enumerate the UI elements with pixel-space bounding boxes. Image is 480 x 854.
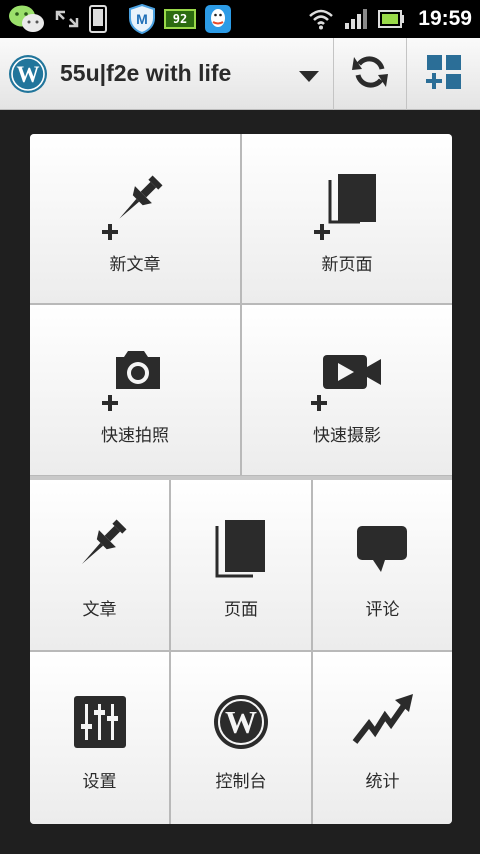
new-page-icon — [242, 172, 452, 242]
expand-arrows-icon — [54, 7, 80, 31]
refresh-icon — [351, 53, 389, 95]
quick-photo-label: 快速拍照 — [101, 426, 169, 446]
svg-text:W: W — [17, 62, 40, 87]
qq-icon — [204, 4, 232, 34]
quick-video-label: 快速摄影 — [313, 426, 381, 446]
pages-tile[interactable]: 页面 — [171, 480, 311, 650]
settings-sliders-icon — [30, 690, 169, 754]
new-post-label: 新文章 — [109, 255, 161, 275]
dashboard-label: 控制台 — [215, 772, 267, 792]
wordpress-logo-icon: W — [8, 54, 48, 94]
quick-photo-tile[interactable]: 快速拍照 — [30, 305, 240, 475]
stats-trend-arrow-icon — [313, 690, 452, 754]
dashboard-panel: 新文章 新页面 快速拍照 快速摄影 文章 页面 评论 设置 W 控制台 统计 — [30, 134, 452, 824]
refresh-button[interactable] — [333, 38, 406, 110]
posts-pushpin-icon — [30, 518, 169, 582]
wifi-icon — [308, 8, 334, 30]
quick-video-camera-icon — [242, 343, 452, 413]
new-page-tile[interactable]: 新页面 — [242, 134, 452, 303]
posts-label: 文章 — [82, 600, 117, 620]
add-widget-button[interactable] — [406, 38, 480, 110]
battery-level-icon: 92 — [164, 9, 196, 29]
action-bar: W 55u|f2e with life — [0, 38, 480, 110]
settings-label: 设置 — [82, 772, 117, 792]
comments-tile[interactable]: 评论 — [313, 480, 452, 650]
shield-m-icon: M — [128, 4, 156, 34]
new-post-pushpin-icon — [30, 172, 240, 242]
new-post-tile[interactable]: 新文章 — [30, 134, 240, 303]
pages-icon — [171, 518, 311, 582]
comments-label: 评论 — [365, 600, 400, 620]
svg-text:W: W — [225, 704, 257, 740]
dropdown-arrow-icon — [298, 69, 320, 88]
wordpress-icon: W — [171, 690, 311, 754]
new-page-label: 新页面 — [321, 255, 373, 275]
site-title: 55u|f2e with life — [60, 60, 232, 86]
add-widget-icon — [425, 53, 463, 95]
dashboard-tile[interactable]: W 控制台 — [171, 652, 311, 824]
status-bar: M 92 19:59 — [0, 0, 480, 38]
phone-icon — [88, 5, 108, 33]
posts-tile[interactable]: 文章 — [30, 480, 169, 650]
settings-tile[interactable]: 设置 — [30, 652, 169, 824]
comment-bubble-icon — [313, 518, 452, 582]
site-switcher[interactable]: W 55u|f2e with life — [0, 38, 333, 110]
stats-tile[interactable]: 统计 — [313, 652, 452, 824]
signal-icon — [344, 8, 368, 30]
battery-icon — [378, 10, 405, 28]
quick-photo-camera-icon — [30, 343, 240, 413]
stats-label: 统计 — [365, 772, 400, 792]
clock: 19:59 — [418, 7, 472, 30]
svg-text:M: M — [136, 11, 148, 27]
pages-label: 页面 — [224, 600, 258, 620]
wechat-icon — [8, 4, 46, 34]
quick-video-tile[interactable]: 快速摄影 — [242, 305, 452, 475]
